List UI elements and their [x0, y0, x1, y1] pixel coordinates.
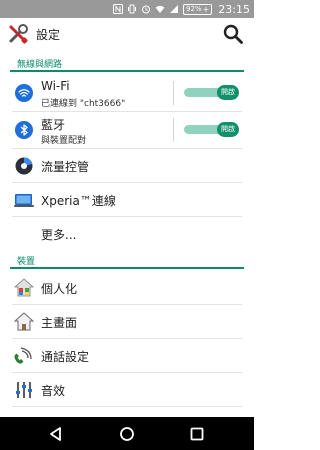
- settings-tools-icon: [6, 21, 32, 47]
- toggle-separator: [173, 118, 174, 142]
- signal-icon: [169, 4, 179, 14]
- home-icon[interactable]: [117, 424, 137, 444]
- wifi-icon: [155, 4, 165, 14]
- battery-icon: 92% +: [183, 3, 213, 15]
- list-item-title: 藍牙: [41, 118, 66, 132]
- list-item-title: 流量控管: [41, 160, 90, 174]
- search-icon[interactable]: [222, 23, 244, 45]
- list-item-data-usage[interactable]: 流量控管: [0, 149, 254, 183]
- list-item-title: 通話設定: [41, 350, 90, 364]
- list-item-title: 主畫面: [41, 316, 78, 330]
- battery-charging-plus: +: [202, 4, 210, 14]
- home-icon: [13, 312, 35, 332]
- page-title: 設定: [36, 27, 61, 42]
- list-item-call-settings[interactable]: 通話設定: [0, 339, 254, 373]
- recents-icon[interactable]: [187, 424, 207, 444]
- list-item-title: 音效: [41, 384, 66, 398]
- vibrate-icon: [127, 4, 137, 14]
- section-divider: [10, 267, 244, 269]
- status-time: 23:15: [218, 2, 250, 16]
- list-item-more[interactable]: 更多...: [0, 217, 254, 251]
- toggle-knob-label: 開啟: [217, 85, 239, 100]
- section-divider: [10, 70, 244, 72]
- equalizer-icon: [14, 380, 34, 400]
- navigation-bar: [0, 417, 254, 450]
- list-item-subtitle: 與裝置配對: [41, 136, 87, 146]
- section-label: 無線與網路: [17, 60, 63, 70]
- list-item-sound[interactable]: 音效: [0, 373, 254, 407]
- phone-icon: [14, 346, 34, 366]
- section-label: 裝置: [17, 257, 36, 267]
- toggle-knob-label: 開啟: [217, 122, 239, 137]
- data-usage-icon: [14, 156, 34, 176]
- status-bar: 92% + 23:15: [0, 0, 254, 18]
- list-item-wifi[interactable]: Wi-Fi 已連線到 "cht3666" 開啟: [0, 75, 254, 112]
- section-header-network: 無線與網路: [0, 54, 254, 72]
- list-item-home-screen[interactable]: 主畫面: [0, 305, 254, 339]
- list-item-title: 個人化: [41, 282, 78, 296]
- toggle-separator: [173, 81, 174, 105]
- list-item-bluetooth[interactable]: 藍牙 與裝置配對 開啟: [0, 112, 254, 149]
- xperia-connectivity-icon: [14, 190, 34, 210]
- list-item-title: Xperia™連線: [41, 194, 116, 208]
- wifi-icon: [14, 83, 34, 103]
- app-bar: 設定: [0, 18, 254, 50]
- list-item-xperia-connectivity[interactable]: Xperia™連線: [0, 183, 254, 217]
- list-item-personalization[interactable]: 個人化: [0, 271, 254, 305]
- bluetooth-icon: [14, 120, 34, 140]
- list-item-title: Wi-Fi: [41, 79, 70, 93]
- personalization-icon: [13, 278, 35, 298]
- list-item-subtitle: 已連線到 "cht3666": [41, 99, 126, 109]
- alarm-icon: [141, 4, 151, 14]
- row-divider: [12, 406, 242, 407]
- list-item-title: 更多...: [41, 228, 77, 242]
- bluetooth-toggle[interactable]: 開啟: [184, 122, 239, 137]
- wifi-toggle[interactable]: 開啟: [184, 85, 239, 100]
- battery-percent: 92%: [186, 4, 202, 13]
- status-icons: 92% + 23:15: [113, 0, 250, 18]
- back-icon[interactable]: [46, 424, 66, 444]
- section-header-device: 裝置: [0, 251, 254, 269]
- nfc-icon: [113, 4, 124, 14]
